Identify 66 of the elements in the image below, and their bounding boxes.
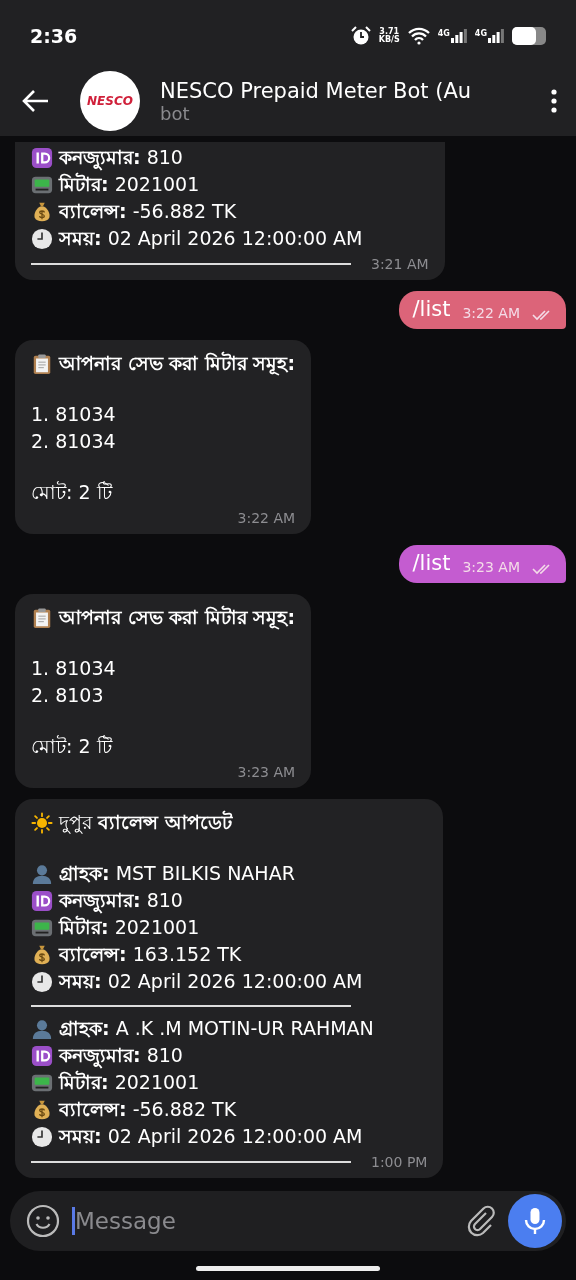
emoji-button[interactable] [26,1204,60,1238]
message-time: 3:23 AM [237,764,296,780]
signal-icon [488,29,504,43]
id-badge-icon [31,146,53,169]
smiley-icon [26,1204,60,1238]
message-text: সময়: 02 April 2026 12:00:00 AM [59,226,363,251]
person-icon [31,862,53,885]
message-time: 3:22 AM [462,305,520,321]
message-text: মোট: 2 টি [31,480,112,505]
net-speed: 3.71 [379,28,400,36]
clock-icon [31,970,53,993]
id-badge-icon [31,889,53,912]
more-menu-button[interactable] [550,89,558,113]
message-text: মিটার: 2021001 [59,914,200,940]
clipboard-icon [31,606,53,629]
chat-subtitle: bot [160,102,191,124]
message-time: 3:22 AM [237,510,296,526]
attach-button[interactable] [466,1205,496,1237]
back-button[interactable] [22,89,50,113]
message-text: 2. 8103 [31,683,104,708]
more-icon [550,89,558,113]
message-field[interactable]: Message [10,1191,566,1251]
message-text: দুপুর ব্যালেন্স আপডেট [59,809,232,836]
message-text: আপনার সেভ করা মিটার সমূহ: [59,350,296,377]
message-text: কনজ্যুমার: 810 [59,144,183,171]
microphone-button[interactable] [508,1194,562,1248]
bot-avatar[interactable]: NESCO [80,71,140,131]
back-arrow-icon [22,89,50,113]
message-text: সময়: 02 April 2026 12:00:00 AM [59,1124,363,1149]
wifi-icon [407,27,430,45]
message-text: 1. 81034 [31,656,116,681]
message-text: কনজ্যুমার: 810 [59,887,183,914]
battery-icon [512,27,546,45]
message-text: ব্যালেন্স: 163.152 TK [59,942,242,967]
message-text: /list [412,551,451,575]
message-text: মোট: 2 টি [31,734,112,759]
network-type: 4G [437,29,450,38]
id-badge-icon [31,1044,53,1067]
message-text: ব্যালেন্স: -56.882 TK [59,199,237,224]
network-type: 4G [474,29,487,38]
signal-icon [450,29,467,43]
microphone-icon [524,1207,546,1235]
message-text: 1. 81034 [31,402,116,427]
message-text: সময়: 02 April 2026 12:00:00 AM [59,969,363,994]
message-time: 3:21 AM [371,256,429,272]
message-time: 3:23 AM [462,559,520,575]
message-time: 1:00 PM [371,1154,428,1170]
paperclip-icon [466,1205,496,1237]
clock-icon [31,1125,53,1148]
alarm-icon [350,26,371,46]
status-time: 2:36 [30,25,79,47]
message-text: কনজ্যুমার: 810 [59,1042,183,1069]
message-text: 2. 81034 [31,429,116,454]
message-text: গ্রাহক: A .K .M MOTIN-UR RAHMAN [59,1016,374,1041]
sun-icon [31,811,53,834]
message-text: আপনার সেভ করা মিটার সমূহ: [59,604,296,631]
message-text: ব্যালেন্স: -56.882 TK [59,1097,237,1122]
person-icon [31,1017,53,1040]
message-text: মিটার: 2021001 [59,171,200,197]
message-text: মিটার: 2021001 [59,1069,200,1095]
message-text: গ্রাহক: MST BILKIS NAHAR [59,861,295,886]
chat-title: NESCO Prepaid Meter Bot (Au [160,78,473,103]
clock-icon [31,227,53,250]
message-text: /list [412,297,451,321]
net-speed-unit: KB/S [378,36,400,44]
clipboard-icon [31,352,53,375]
